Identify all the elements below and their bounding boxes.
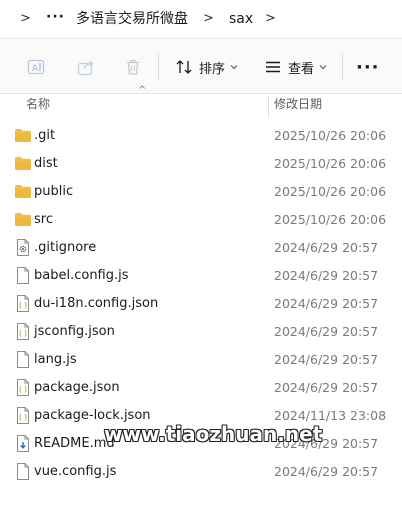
- sort-button[interactable]: 排序: [175, 56, 238, 78]
- file-name: public: [34, 184, 74, 199]
- svg-text:A: A: [32, 64, 39, 74]
- watermark: www.tiaozhuan.net: [104, 422, 323, 446]
- file-row[interactable]: public 2025/10/26 20:06: [0, 178, 402, 206]
- file-date-modified: 2025/10/26 20:06: [274, 184, 387, 199]
- command-toolbar: A 排序 查看 ···: [0, 39, 402, 93]
- file-name: dist: [34, 156, 58, 171]
- file-name: vue.config.js: [34, 464, 117, 479]
- file-row[interactable]: .git 2025/10/26 20:06: [0, 122, 402, 150]
- file-name: .gitignore: [34, 240, 97, 255]
- sort-icon: [176, 60, 192, 74]
- column-header-name[interactable]: 名称: [26, 94, 50, 120]
- breadcrumb: > ··· 多语言交易所微盘 > sax >: [0, 0, 402, 38]
- breadcrumb-overflow-button[interactable]: ···: [46, 7, 65, 27]
- file-date-modified: 2025/10/26 20:06: [274, 212, 387, 227]
- file-name: du-i18n.config.json: [34, 296, 159, 311]
- json-file-icon: [16, 379, 34, 396]
- file-row[interactable]: jsconfig.json 2024/6/29 20:57: [0, 318, 402, 346]
- file-date-modified: 2024/6/29 20:57: [274, 352, 379, 367]
- breadcrumb-separator-icon: >: [20, 11, 31, 26]
- file-name: jsconfig.json: [34, 324, 115, 339]
- folder-icon: [14, 128, 32, 144]
- breadcrumb-item-current[interactable]: sax: [229, 9, 253, 29]
- file-row[interactable]: lang.js 2024/6/29 20:57: [0, 346, 402, 374]
- json-file-icon: [16, 407, 34, 424]
- delete-icon[interactable]: [123, 57, 143, 77]
- breadcrumb-item-parent[interactable]: 多语言交易所微盘: [76, 9, 188, 29]
- sort-label: 排序: [199, 61, 226, 77]
- file-date-modified: 2024/6/29 20:57: [274, 296, 379, 311]
- sort-ascending-icon: ^: [138, 85, 147, 96]
- breadcrumb-separator-icon: >: [203, 11, 214, 26]
- file-name: babel.config.js: [34, 268, 129, 283]
- file-row[interactable]: .gitignore 2024/6/29 20:57: [0, 234, 402, 262]
- file-date-modified: 2025/10/26 20:06: [274, 156, 387, 171]
- breadcrumb-separator-icon: >: [265, 11, 276, 26]
- file-date-modified: 2024/6/29 20:57: [274, 240, 379, 255]
- file-name: lang.js: [34, 352, 77, 367]
- file-date-modified: 2024/6/29 20:57: [274, 268, 379, 283]
- file-row[interactable]: package.json 2024/6/29 20:57: [0, 374, 402, 402]
- view-button[interactable]: 查看: [264, 56, 327, 78]
- json-file-icon: [16, 295, 34, 312]
- file-row[interactable]: vue.config.js 2024/6/29 20:57: [0, 458, 402, 486]
- column-resize-handle[interactable]: [268, 96, 269, 118]
- file-icon: [16, 351, 34, 368]
- markdown-file-icon: [16, 435, 34, 452]
- share-icon[interactable]: [76, 57, 96, 77]
- json-file-icon: [16, 323, 34, 340]
- chevron-down-icon: [230, 65, 238, 70]
- file-row[interactable]: dist 2025/10/26 20:06: [0, 150, 402, 178]
- file-date-modified: 2025/10/26 20:06: [274, 128, 387, 143]
- file-row[interactable]: babel.config.js 2024/6/29 20:57: [0, 262, 402, 290]
- chevron-down-icon: [319, 65, 327, 70]
- column-header-date-modified[interactable]: 修改日期: [274, 94, 322, 120]
- more-options-button[interactable]: ···: [356, 59, 380, 77]
- file-icon: [16, 463, 34, 480]
- divider: [0, 93, 402, 94]
- file-date-modified: 2024/6/29 20:57: [274, 464, 379, 479]
- toolbar-separator: [158, 53, 159, 81]
- settings-file-icon: [16, 239, 34, 256]
- view-label: 查看: [288, 61, 315, 77]
- rename-icon[interactable]: A: [26, 57, 46, 77]
- file-name: .git: [34, 128, 56, 143]
- file-date-modified: 2024/6/29 20:57: [274, 380, 379, 395]
- file-date-modified: 2024/6/29 20:57: [274, 324, 379, 339]
- folder-icon: [14, 156, 32, 172]
- folder-icon: [14, 212, 32, 228]
- toolbar-separator: [342, 53, 343, 81]
- folder-icon: [14, 184, 32, 200]
- file-icon: [16, 267, 34, 284]
- file-row[interactable]: src 2025/10/26 20:06: [0, 206, 402, 234]
- file-row[interactable]: du-i18n.config.json 2024/6/29 20:57: [0, 290, 402, 318]
- file-name: src: [34, 212, 53, 227]
- view-icon: [266, 61, 280, 73]
- file-name: package.json: [34, 380, 120, 395]
- file-name: README.md: [34, 436, 115, 451]
